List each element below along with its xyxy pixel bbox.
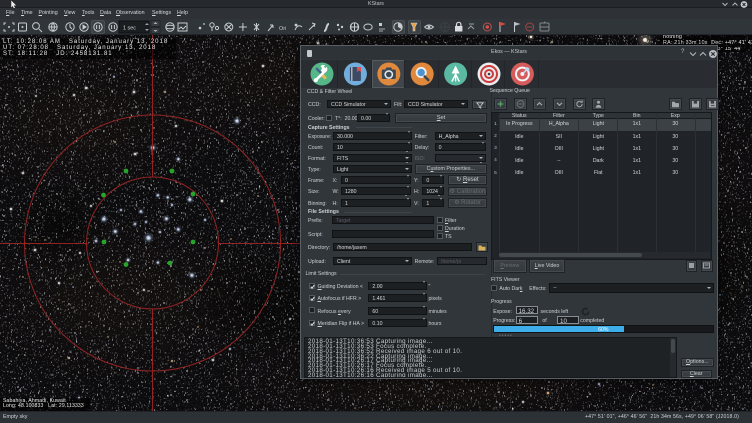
svg-text:Ori: Ori [279, 26, 286, 32]
svg-text:1 sec: 1 sec [123, 26, 136, 32]
